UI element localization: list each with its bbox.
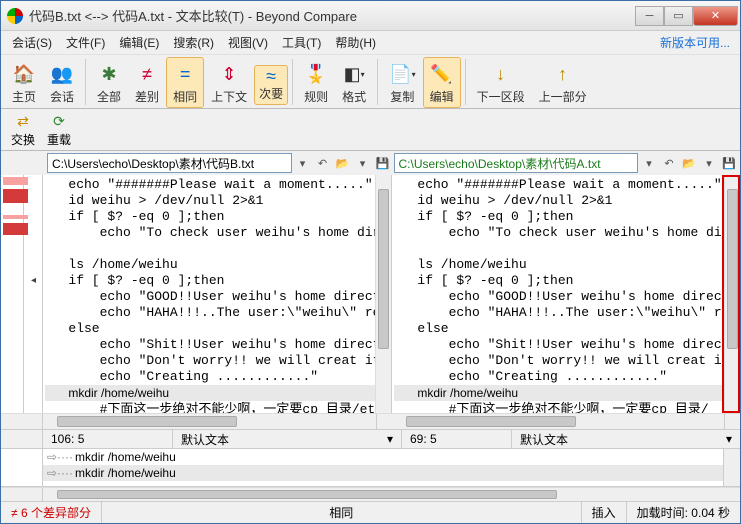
not-equal-icon: ≠ — [142, 61, 152, 87]
referee-icon: 🎖️ — [305, 61, 327, 87]
left-path-dropdown[interactable]: ▾ — [294, 153, 312, 173]
right-cursor-pos: 69: 5 — [402, 430, 512, 448]
copy-icon: 📄▾ — [389, 61, 415, 87]
home-button[interactable]: 🏠主页 — [5, 57, 43, 108]
secondary-toolbar: ⇄交换 ⟳重载 — [1, 109, 740, 151]
right-undo-icon[interactable]: ↶ — [660, 153, 678, 173]
copy-button[interactable]: 📄▾复制 — [382, 57, 422, 108]
reload-icon: ⟳ — [53, 113, 65, 131]
status-same: 相同 — [102, 502, 582, 523]
minor-button[interactable]: ≈次要 — [254, 65, 288, 105]
people-icon: 👥 — [51, 61, 73, 87]
left-open-icon[interactable]: 📂 — [334, 153, 352, 173]
right-scroll-h[interactable] — [392, 414, 725, 429]
right-code[interactable]: echo "#######Please wait a moment....." … — [392, 175, 740, 413]
right-save-icon[interactable]: 💾 — [720, 153, 738, 173]
asterisk-icon: ✱ — [101, 61, 116, 87]
arrow-up-icon: ↑ — [558, 61, 567, 87]
maximize-button[interactable]: ▭ — [664, 6, 693, 26]
status-insert: 插入 — [582, 502, 627, 523]
window-titlebar: 代码B.txt <--> 代码A.txt - 文本比较(T) - Beyond … — [1, 1, 740, 31]
menu-help[interactable]: 帮助(H) — [328, 31, 383, 54]
same-button[interactable]: =相同 — [166, 57, 204, 108]
right-open-icon[interactable]: 📂 — [680, 153, 698, 173]
close-button[interactable]: ✕ — [693, 6, 738, 26]
all-button[interactable]: ✱全部 — [90, 57, 128, 108]
right-pane: echo "#######Please wait a moment....." … — [392, 175, 740, 413]
bottom-left[interactable]: ⇨····mkdir /home/weihu ⇨····mkdir /home/… — [43, 449, 724, 486]
main-toolbar: 🏠主页 👥会话 ✱全部 ≠差别 =相同 ⇕上下文 ≈次要 🎖️规则 ◧▾格式 📄… — [1, 55, 740, 109]
left-pane: echo "#######Please wait a moment....." … — [43, 175, 392, 413]
diff-button[interactable]: ≠差别 — [128, 57, 166, 108]
equal-icon: = — [180, 61, 191, 87]
left-save-icon[interactable]: 💾 — [374, 153, 392, 173]
context-button[interactable]: ⇕上下文 — [204, 57, 254, 108]
swap-icon: ⇄ — [17, 113, 29, 131]
status-bar: ≠ 6 个差异部分 相同 插入 加载时间: 0.04 秒 — [1, 501, 740, 523]
arrow-down-icon: ↓ — [496, 61, 505, 87]
prev-section-button[interactable]: ↑上一部分 — [532, 57, 594, 108]
pencil-icon: ✏️ — [430, 61, 452, 87]
right-path-dropdown[interactable]: ▾ — [640, 153, 658, 173]
left-scroll-h[interactable] — [43, 414, 376, 429]
menu-view[interactable]: 视图(V) — [221, 31, 275, 54]
app-icon — [7, 8, 23, 24]
format-icon: ◧▾ — [344, 61, 365, 87]
format-button[interactable]: ◧▾格式 — [335, 57, 373, 108]
left-undo-icon[interactable]: ↶ — [314, 153, 332, 173]
status-loadtime: 加载时间: 0.04 秒 — [627, 502, 740, 523]
left-open-dropdown[interactable]: ▾ — [354, 153, 372, 173]
thumbnail-overview[interactable]: ◂ — [1, 175, 43, 413]
right-encoding[interactable]: 默认文本▾ — [512, 430, 740, 448]
edit-button[interactable]: ✏️编辑 — [423, 57, 461, 108]
new-version-link[interactable]: 新版本可用... — [660, 34, 736, 51]
path-row: ▾ ↶ 📂 ▾ 💾 ▾ ↶ 📂 ▾ 💾 — [1, 151, 740, 175]
context-icon: ⇕ — [222, 61, 237, 87]
status-diff: ≠ 6 个差异部分 — [1, 502, 102, 523]
left-cursor-pos: 106: 5 — [43, 430, 173, 448]
menu-tools[interactable]: 工具(T) — [275, 31, 328, 54]
menu-edit[interactable]: 编辑(E) — [112, 31, 166, 54]
hscroll-row — [1, 413, 740, 429]
home-icon: 🏠 — [13, 61, 35, 87]
reload-button[interactable]: ⟳重载 — [41, 111, 77, 150]
left-scroll-v[interactable] — [375, 175, 391, 413]
minimize-button[interactable]: ─ — [635, 6, 664, 26]
bottom-detail: ⇨····mkdir /home/weihu ⇨····mkdir /home/… — [1, 449, 740, 487]
swap-button[interactable]: ⇄交换 — [5, 111, 41, 150]
left-code[interactable]: echo "#######Please wait a moment....." … — [43, 175, 391, 413]
left-encoding[interactable]: 默认文本▾ — [173, 430, 402, 448]
menu-bar: 会话(S) 文件(F) 编辑(E) 搜索(R) 视图(V) 工具(T) 帮助(H… — [1, 31, 740, 55]
bottom-scroll-h[interactable] — [43, 488, 724, 501]
left-path-input[interactable] — [47, 153, 292, 173]
session-button[interactable]: 👥会话 — [43, 57, 81, 108]
approx-icon: ≈ — [266, 68, 276, 84]
right-path-input[interactable] — [394, 153, 639, 173]
compare-content: ◂ echo "#######Please wait a moment.....… — [1, 175, 740, 413]
right-scroll-v[interactable] — [724, 175, 740, 413]
window-title: 代码B.txt <--> 代码A.txt - 文本比较(T) - Beyond … — [29, 6, 635, 25]
rules-button[interactable]: 🎖️规则 — [297, 57, 335, 108]
menu-session[interactable]: 会话(S) — [5, 31, 59, 54]
menu-file[interactable]: 文件(F) — [59, 31, 112, 54]
info-row: 106: 5 默认文本▾ 69: 5 默认文本▾ — [1, 429, 740, 449]
menu-search[interactable]: 搜索(R) — [166, 31, 221, 54]
next-section-button[interactable]: ↓下一区段 — [470, 57, 532, 108]
right-open-dropdown[interactable]: ▾ — [700, 153, 718, 173]
